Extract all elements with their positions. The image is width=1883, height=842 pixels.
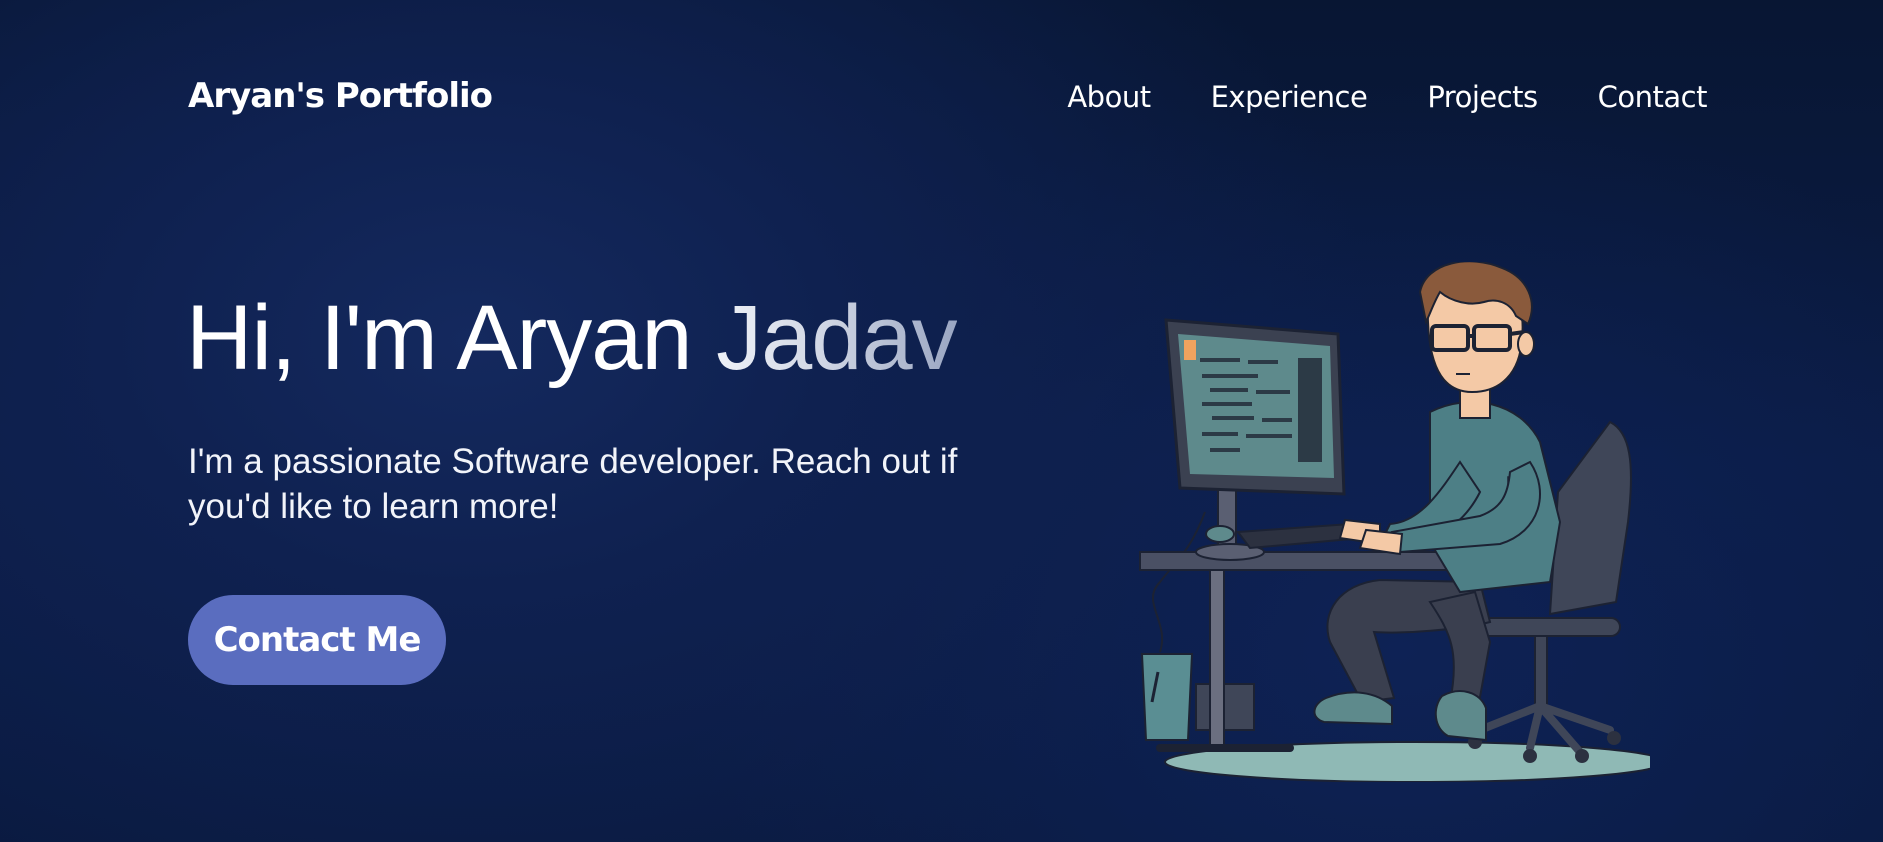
nav-link-contact[interactable]: Contact xyxy=(1598,80,1708,114)
hero-subtitle: I'm a passionate Software developer. Rea… xyxy=(188,442,958,526)
contact-me-button[interactable]: Contact Me xyxy=(188,595,446,685)
brand-logo[interactable]: Aryan's Portfolio xyxy=(188,76,493,116)
nav-link-about[interactable]: About xyxy=(1067,80,1151,114)
hero-title-lead: Hi, I'm Aryan xyxy=(186,287,717,389)
nav-link-projects[interactable]: Projects xyxy=(1427,80,1538,114)
developer-at-computer-illustration xyxy=(1139,262,1650,782)
nav-links: About Experience Projects Contact xyxy=(1067,80,1707,114)
navbar: Aryan's Portfolio About Experience Proje… xyxy=(0,0,1883,200)
hero-title: Hi, I'm Aryan Jadav xyxy=(186,292,958,384)
hero-title-typed: Jadav xyxy=(716,287,957,389)
nav-link-experience[interactable]: Experience xyxy=(1211,80,1368,114)
